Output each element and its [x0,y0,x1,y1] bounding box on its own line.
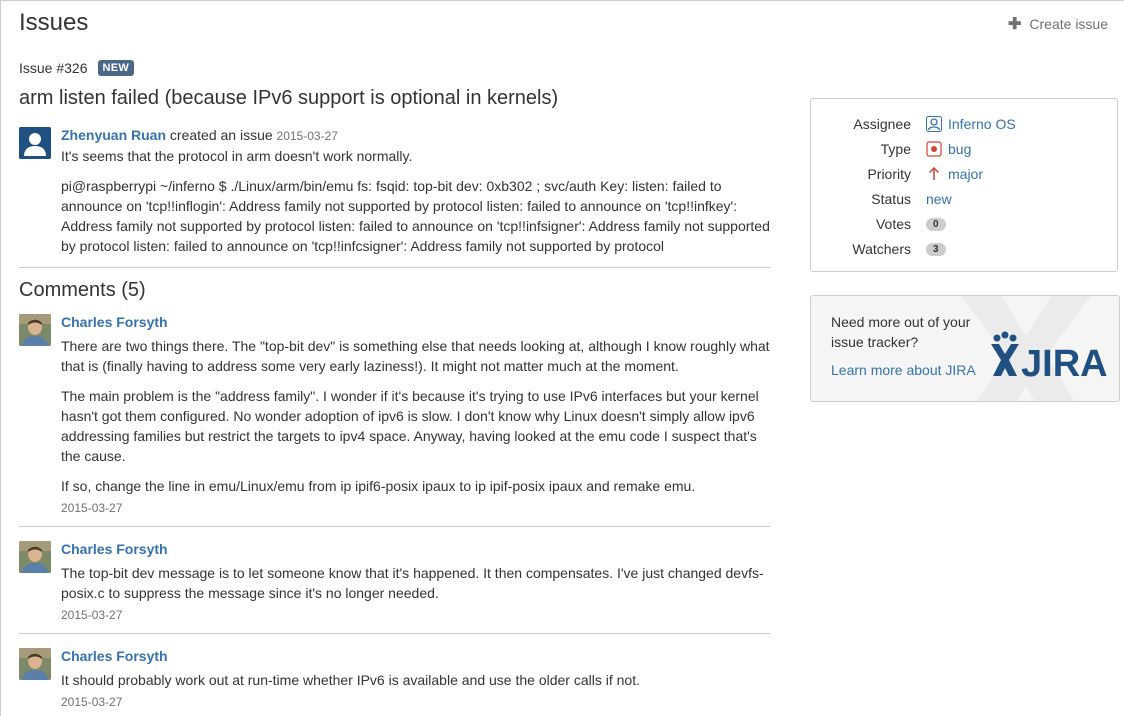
avatar[interactable] [19,127,51,159]
default-user-icon [19,127,51,159]
comment-date: 2015-03-27 [61,608,123,622]
priority-value[interactable]: major [926,166,983,182]
create-issue-label: Create issue [1029,16,1108,32]
create-issue-button[interactable]: ✚ Create issue [1008,14,1108,34]
post-header: Charles Forsyth [61,539,770,559]
learn-more-link[interactable]: Learn more about JIRA [831,362,976,378]
issue-title: arm listen failed (because IPv6 support … [19,87,559,109]
post-header: Charles Forsyth [61,646,770,666]
assignee-value[interactable]: Inferno OS [926,116,1016,132]
bug-icon [926,141,942,157]
avatar[interactable] [19,314,51,346]
comment-date: 2015-03-27 [61,695,123,709]
post-header: Charles Forsyth [61,312,770,332]
comment-paragraph: The top-bit dev message is to let someon… [61,565,764,601]
votes-count[interactable]: 0 [926,217,946,231]
issue-details-panel: Assignee Inferno OS Type bug Priority ma… [810,98,1118,272]
priority-row: Priority major [811,164,1117,184]
comments-title: Comments (5) [19,279,146,301]
author-link[interactable]: Charles Forsyth [61,648,168,664]
user-photo-icon [19,541,51,573]
author-link[interactable]: Zhenyuan Ruan [61,127,166,143]
assignee-row: Assignee Inferno OS [811,114,1117,134]
avatar[interactable] [19,541,51,573]
type-name: bug [948,141,972,157]
post-body: There are two things there. The "top-bit… [61,336,770,496]
jira-logo-text: JIRA [1021,343,1108,380]
user-group-icon [926,116,942,132]
issue-main: Zhenyuan Ruan created an issue 2015-03-2… [19,125,770,710]
comment-paragraph: If so, change the line in emu/Linux/emu … [61,478,696,494]
status-badge: NEW [97,60,135,76]
jira-logo: JIRA [989,330,1111,385]
comment-paragraph: There are two things there. The "top-bit… [61,338,770,374]
watchers-label: Watchers [852,241,911,257]
user-photo-icon [19,648,51,680]
priority-label: Priority [867,166,911,182]
comment: Charles Forsyth There are two things the… [19,312,770,516]
priority-name: major [948,166,984,182]
type-row: Type bug [811,139,1117,159]
user-photo-icon [19,314,51,346]
assignee-name: Inferno OS [948,116,1016,132]
post-body: The top-bit dev message is to let someon… [61,563,770,603]
comment-paragraph: The main problem is the "address family"… [61,388,759,464]
body-paragraph: It's seems that the protocol in arm does… [61,148,413,164]
votes-row: Votes 0 [811,214,1117,234]
avatar[interactable] [19,648,51,680]
author-link[interactable]: Charles Forsyth [61,314,168,330]
type-value[interactable]: bug [926,141,971,157]
status-label: Status [871,191,911,207]
issue-number: Issue #326 [19,60,88,76]
post-body: It's seems that the protocol in arm does… [61,146,770,256]
post-date: 2015-03-27 [276,129,338,143]
comment: Charles Forsyth It should probably work … [19,646,770,710]
action-text: created an issue [169,127,273,143]
post-header: Zhenyuan Ruan created an issue 2015-03-2… [61,125,770,146]
type-label: Type [880,141,911,157]
page-title: Issues [19,9,89,36]
comment-paragraph: It should probably work out at run-time … [61,672,640,688]
issue-description: Zhenyuan Ruan created an issue 2015-03-2… [19,125,770,261]
watchers-row: Watchers 3 [811,239,1117,259]
plus-icon: ✚ [1008,16,1022,33]
post-body: It should probably work out at run-time … [61,670,770,690]
promo-text: Need more out of your issue tracker? [831,314,971,350]
author-link[interactable]: Charles Forsyth [61,541,168,557]
jira-promo: Need more out of your issue tracker? Lea… [810,295,1120,402]
watchers-count[interactable]: 3 [926,242,946,256]
comment: Charles Forsyth The top-bit dev message … [19,539,770,623]
issue-id-row: Issue #326 NEW [19,60,135,76]
status-row: Status new [811,189,1117,209]
comment-date: 2015-03-27 [61,501,123,515]
votes-label: Votes [875,216,911,232]
status-value[interactable]: new [926,191,952,207]
body-paragraph: pi@raspberrypi ~/inferno $ ./Linux/arm/b… [61,178,770,254]
assignee-label: Assignee [853,116,911,132]
arrow-up-icon [928,166,940,180]
